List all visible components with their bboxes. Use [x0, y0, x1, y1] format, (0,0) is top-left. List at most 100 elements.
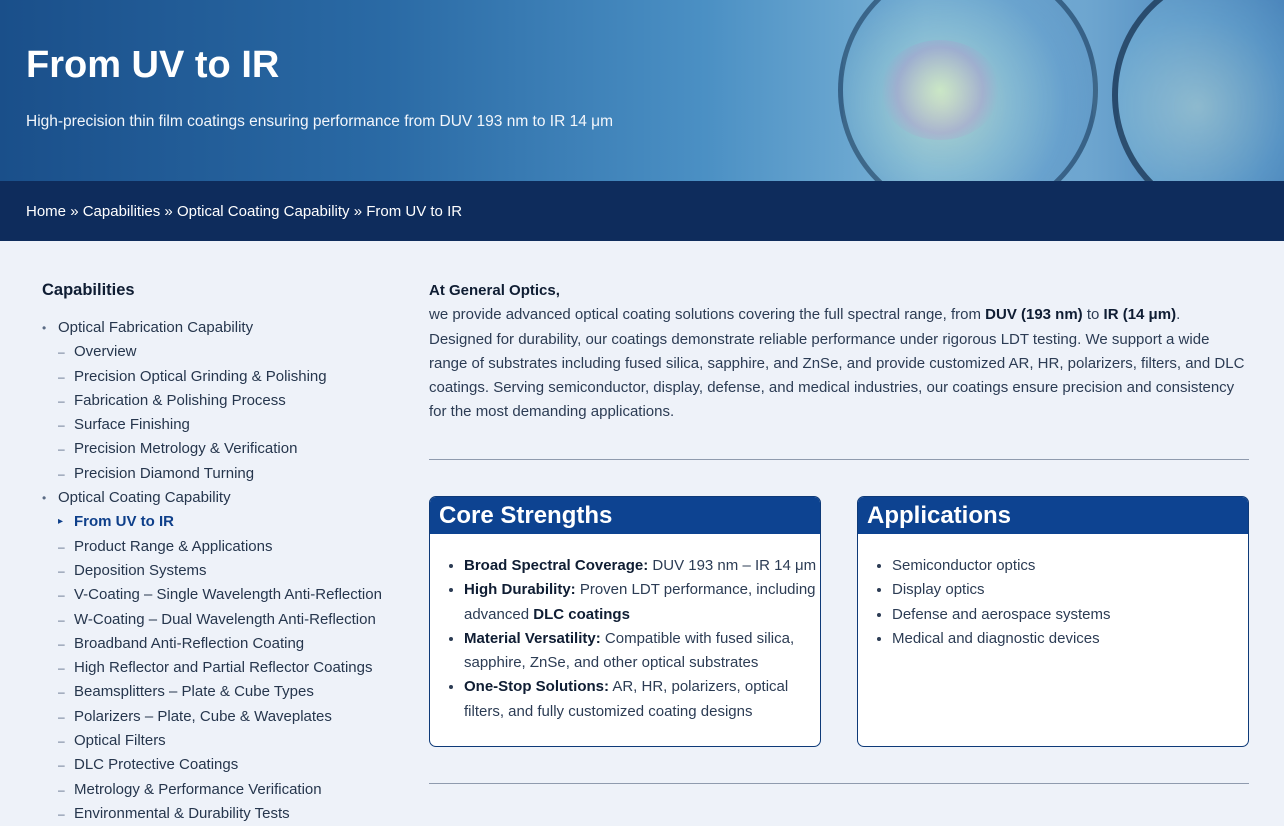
bullet-icon: • [42, 321, 47, 335]
application-item: Medical and diagnostic devices [892, 627, 1248, 651]
dash-icon: – [58, 612, 65, 627]
strength-heading: Material Versatility: [464, 629, 601, 647]
dash-icon: – [58, 466, 65, 481]
strength-item: Broad Spectral Coverage: DUV 193 nm – IR… [464, 554, 820, 578]
dash-icon: – [58, 345, 65, 360]
core-strengths-list: Broad Spectral Coverage: DUV 193 nm – IR… [430, 534, 820, 724]
core-strengths-card: Core Strengths Broad Spectral Coverage: … [429, 496, 821, 747]
dash-icon: – [58, 636, 65, 651]
dash-icon: – [58, 734, 65, 749]
sidebar-item-label: Overview [74, 343, 137, 361]
sidebar-item-label: Precision Metrology & Verification [74, 440, 298, 458]
breadcrumb: Home » Capabilities » Optical Coating Ca… [0, 181, 1284, 241]
sidebar-item-label: Metrology & Performance Verification [74, 780, 322, 798]
sidebar-item[interactable]: – Metrology & Performance Verification [42, 778, 402, 802]
intro-sentence: . [1176, 306, 1181, 324]
sidebar-item[interactable]: • Optical Coating Capability [42, 486, 402, 510]
sidebar-item-label: Optical Fabrication Capability [58, 319, 254, 336]
breadcrumb-optical-coating[interactable]: Optical Coating Capability [177, 203, 350, 220]
dash-icon: – [58, 393, 65, 408]
applications-list: Semiconductor opticsDisplay opticsDefens… [858, 534, 1248, 651]
sidebar-item[interactable]: – Beamsplitters – Plate & Cube Types [42, 680, 402, 704]
sidebar-item-label: Precision Diamond Turning [74, 464, 255, 482]
sidebar-item[interactable]: – Product Range & Applications [42, 535, 402, 559]
page-title: From UV to IR [26, 44, 280, 86]
dash-icon: – [58, 539, 65, 554]
sidebar-item[interactable]: – Deposition Systems [42, 559, 402, 583]
intro-text: At General Optics, we provide advanced o… [429, 279, 1249, 425]
sidebar-item[interactable]: – Optical Filters [42, 729, 402, 753]
sidebar-item-label: From UV to IR [74, 513, 174, 531]
applications-title: Applications [858, 497, 1248, 534]
sidebar-item-label: Optical Filters [74, 732, 166, 750]
sidebar-item[interactable]: • Optical Fabrication Capability [42, 316, 402, 340]
page-subtitle: High-precision thin film coatings ensuri… [26, 113, 613, 130]
sidebar-item[interactable]: – Precision Diamond Turning [42, 462, 402, 486]
divider [429, 459, 1249, 460]
hero-banner: From UV to IR High-precision thin film c… [0, 0, 1284, 181]
intro-body: Designed for durability, our coatings de… [429, 330, 1245, 421]
lens-reflection [880, 40, 1000, 140]
intro-ir: IR (14 μm) [1103, 306, 1177, 324]
sidebar-item-label: Fabrication & Polishing Process [74, 391, 286, 409]
strength-heading: Broad Spectral Coverage: [464, 557, 649, 574]
breadcrumb-capabilities[interactable]: Capabilities [83, 203, 161, 220]
sidebar-item-label: High Reflector and Partial Reflector Coa… [74, 659, 373, 677]
intro-heading: At General Optics, [429, 282, 560, 299]
lens-image [1112, 0, 1284, 181]
dash-icon: – [58, 442, 65, 457]
sidebar-item[interactable]: – Precision Optical Grinding & Polishing [42, 365, 402, 389]
sidebar-item[interactable]: – W-Coating – Dual Wavelength Anti-Reflec… [42, 608, 402, 632]
sidebar-item[interactable]: – Fabrication & Polishing Process [42, 389, 402, 413]
strength-item: High Durability: Proven LDT performance,… [464, 578, 820, 627]
sidebar-item[interactable]: – DLC Protective Coatings [42, 753, 402, 777]
breadcrumb-current: From UV to IR [366, 202, 463, 220]
sidebar: Capabilities • Optical Fabrication Capabi… [42, 281, 402, 826]
sidebar-item[interactable]: – Surface Finishing [42, 413, 402, 437]
application-item: Defense and aerospace systems [892, 603, 1248, 627]
sidebar-item[interactable]: – Overview [42, 340, 402, 364]
sidebar-item[interactable]: – Environmental & Durability Tests [42, 802, 402, 826]
dash-icon: – [58, 782, 65, 797]
bullet-icon: • [42, 491, 47, 506]
sidebar-item-label: Precision Optical Grinding & Polishing [74, 367, 327, 385]
sidebar-item-label: DLC Protective Coatings [74, 756, 239, 774]
sidebar-item[interactable]: – High Reflector and Partial Reflector Co… [42, 656, 402, 680]
dash-icon: – [58, 418, 65, 433]
sidebar-item[interactable]: ▸ From UV to IR [42, 510, 402, 534]
dash-icon: – [58, 588, 65, 603]
main-content: At General Optics, we provide advanced o… [429, 279, 1249, 425]
sidebar-item[interactable]: – V-Coating – Single Wavelength Anti-Refl… [42, 583, 402, 607]
sidebar-item-label: W-Coating – Dual Wavelength Anti-Reflect… [74, 610, 376, 628]
breadcrumb-separator: » [70, 202, 79, 220]
sidebar-item[interactable]: – Broadband Anti-Reflection Coating [42, 632, 402, 656]
dash-icon: – [58, 661, 65, 676]
divider [429, 783, 1249, 784]
sidebar-item-label: Beamsplitters – Plate & Cube Types [74, 683, 314, 701]
sidebar-item-label: Environmental & Durability Tests [74, 804, 290, 822]
sidebar-title: Capabilities [42, 281, 135, 299]
intro-sentence: we provide advanced optical coating solu… [429, 306, 986, 324]
sidebar-item[interactable]: – Polarizers – Plate, Cube & Waveplates [42, 705, 402, 729]
strength-heading: One-Stop Solutions: [464, 678, 609, 696]
dash-icon: – [58, 709, 65, 724]
application-item: Semiconductor optics [892, 554, 1248, 578]
breadcrumb-separator: » [164, 202, 173, 220]
strength-item: One-Stop Solutions: AR, HR, polarizers, … [464, 675, 820, 724]
caret-right-icon: ▸ [58, 516, 64, 528]
breadcrumb-home[interactable]: Home [26, 203, 66, 220]
applications-card: Applications Semiconductor opticsDisplay… [857, 496, 1249, 747]
dash-icon: – [58, 563, 65, 578]
sidebar-nav: • Optical Fabrication Capability – Overview… [42, 316, 402, 826]
sidebar-item-label: Broadband Anti-Reflection Coating [74, 634, 305, 652]
strength-text: DUV 193 nm – IR 14 μm [648, 557, 817, 574]
dash-icon: – [58, 369, 65, 384]
intro-sentence: to [1082, 306, 1104, 324]
core-strengths-title: Core Strengths [430, 497, 820, 534]
breadcrumb-separator: » [353, 202, 363, 220]
sidebar-item[interactable]: – Precision Metrology & Verification [42, 437, 402, 461]
sidebar-item-label: Deposition Systems [74, 561, 207, 579]
application-item: Display optics [892, 578, 1248, 602]
sidebar-item-label: Surface Finishing [74, 416, 190, 434]
strength-heading: High Durability: [464, 581, 576, 599]
